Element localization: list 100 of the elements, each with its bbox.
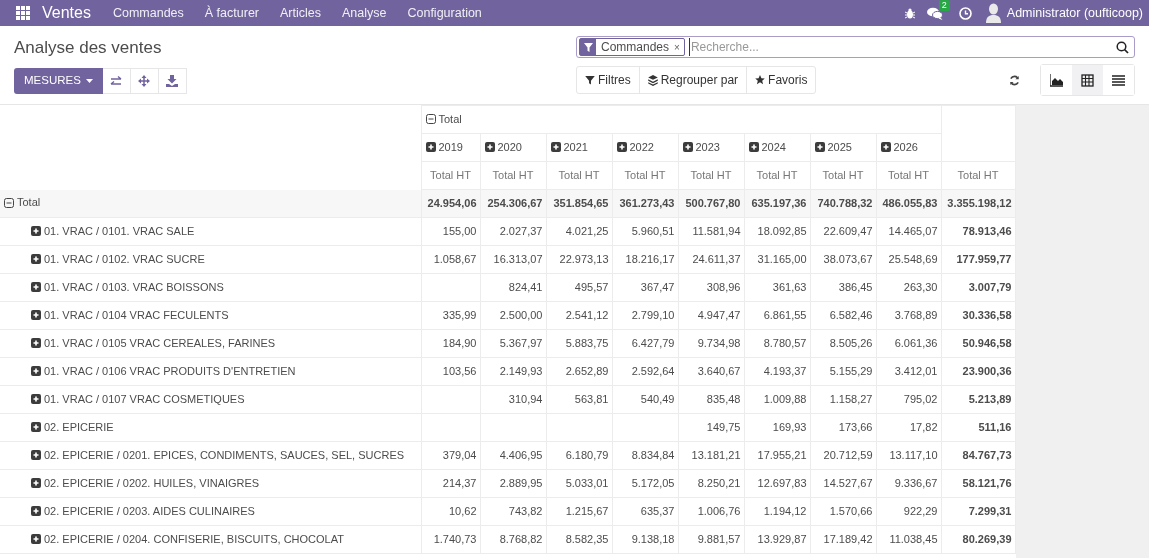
- nav-menu-item[interactable]: Analyse: [342, 3, 387, 23]
- value-cell[interactable]: 20.712,59: [810, 441, 876, 470]
- value-cell[interactable]: 922,29: [876, 497, 941, 526]
- measures-dropdown-button[interactable]: MESURES: [14, 68, 103, 94]
- value-cell[interactable]: 1.158,27: [810, 385, 876, 414]
- row-header[interactable]: 02. EPICERIE / 0204. CONFISERIE, BISCUITS, CHOCOLAT: [31, 530, 344, 548]
- value-cell[interactable]: 310,94: [480, 385, 546, 414]
- value-cell[interactable]: 308,96: [678, 273, 744, 302]
- row-header[interactable]: 02. EPICERIE / 0201. EPICES, CONDIMENTS, SAUCES, SEL, SUCRES: [31, 446, 405, 464]
- total-cell[interactable]: 7.299,31: [941, 497, 1015, 526]
- value-cell[interactable]: 835,48: [678, 385, 744, 414]
- value-cell[interactable]: 155,00: [421, 217, 480, 246]
- expand-all-button[interactable]: [130, 68, 159, 94]
- value-cell[interactable]: 9.138,18: [612, 525, 678, 554]
- value-cell[interactable]: 1.009,88: [744, 385, 810, 414]
- value-cell[interactable]: 9.734,98: [678, 329, 744, 358]
- value-cell[interactable]: 335,99: [421, 301, 480, 330]
- nav-menu-item[interactable]: Articles: [280, 3, 321, 23]
- value-cell[interactable]: 540,49: [612, 385, 678, 414]
- value-cell[interactable]: 5.883,75: [546, 329, 612, 358]
- value-cell[interactable]: 367,47: [612, 273, 678, 302]
- value-cell[interactable]: 149,75: [678, 413, 744, 442]
- total-cell[interactable]: 50.946,58: [941, 329, 1015, 358]
- value-cell[interactable]: 5.960,51: [612, 217, 678, 246]
- value-cell[interactable]: 6.427,79: [612, 329, 678, 358]
- app-name[interactable]: Ventes: [42, 1, 91, 25]
- value-cell[interactable]: 3.768,89: [876, 301, 941, 330]
- nav-menu-item[interactable]: Commandes: [112, 3, 184, 23]
- value-cell[interactable]: 8.250,21: [678, 469, 744, 498]
- value-cell[interactable]: 8.505,26: [810, 329, 876, 358]
- row-header[interactable]: 02. EPICERIE: [31, 418, 114, 436]
- value-cell[interactable]: 13.181,21: [678, 441, 744, 470]
- search-field[interactable]: Commandes × Recherche...: [576, 36, 1135, 58]
- row-header[interactable]: 01. VRAC / 0104 VRAC FECULENTS: [31, 306, 229, 324]
- value-cell[interactable]: 8.780,57: [744, 329, 810, 358]
- total-cell[interactable]: 511,16: [941, 413, 1015, 442]
- value-cell[interactable]: 16.313,07: [480, 245, 546, 274]
- row-header[interactable]: 02. EPICERIE / 0202. HUILES, VINAIGRES: [31, 474, 260, 492]
- value-cell[interactable]: 12.697,83: [744, 469, 810, 498]
- value-cell[interactable]: 4.947,47: [678, 301, 744, 330]
- value-cell[interactable]: 500.767,80: [678, 189, 744, 218]
- value-cell[interactable]: 2.799,10: [612, 301, 678, 330]
- value-cell[interactable]: 6.582,46: [810, 301, 876, 330]
- value-cell[interactable]: 184,90: [421, 329, 480, 358]
- pivot-header[interactable]: Total: [425, 110, 462, 128]
- value-cell[interactable]: 2.541,12: [546, 301, 612, 330]
- value-cell[interactable]: 740.788,32: [810, 189, 876, 218]
- favorite-menu-button[interactable]: Favoris: [746, 67, 816, 93]
- value-cell[interactable]: 13.929,87: [744, 525, 810, 554]
- apps-menu-button[interactable]: [16, 6, 30, 20]
- row-header[interactable]: 01. VRAC / 0107 VRAC COSMETIQUES: [31, 390, 245, 408]
- value-cell[interactable]: 2.889,95: [480, 469, 546, 498]
- total-cell[interactable]: 3.007,79: [941, 273, 1015, 302]
- value-cell[interactable]: 8.834,84: [612, 441, 678, 470]
- value-cell[interactable]: 3.412,01: [876, 357, 941, 386]
- value-cell[interactable]: 14.527,67: [810, 469, 876, 498]
- value-cell[interactable]: 2.500,00: [480, 301, 546, 330]
- value-cell[interactable]: 24.954,06: [421, 189, 480, 218]
- value-cell[interactable]: 1.740,73: [421, 525, 480, 554]
- value-cell[interactable]: 3.640,67: [678, 357, 744, 386]
- value-cell[interactable]: 14.465,07: [876, 217, 941, 246]
- total-cell[interactable]: 23.900,36: [941, 357, 1015, 386]
- value-cell[interactable]: 4.193,37: [744, 357, 810, 386]
- value-cell[interactable]: 361.273,43: [612, 189, 678, 218]
- user-menu-button[interactable]: Administrator (oufticoop): [985, 3, 1143, 23]
- value-cell[interactable]: 1.215,67: [546, 497, 612, 526]
- row-header[interactable]: 02. EPICERIE / 0203. AIDES CULINAIRES: [31, 502, 255, 520]
- value-cell[interactable]: 2.027,37: [480, 217, 546, 246]
- value-cell[interactable]: 17.955,21: [744, 441, 810, 470]
- total-cell[interactable]: 58.121,76: [941, 469, 1015, 498]
- value-cell[interactable]: 169,93: [744, 413, 810, 442]
- value-cell[interactable]: 743,82: [480, 497, 546, 526]
- value-cell[interactable]: 25.548,69: [876, 245, 941, 274]
- total-cell[interactable]: 177.959,77: [941, 245, 1015, 274]
- value-cell[interactable]: 8.768,82: [480, 525, 546, 554]
- value-cell[interactable]: 38.073,67: [810, 245, 876, 274]
- value-cell[interactable]: 6.861,55: [744, 301, 810, 330]
- activity-button[interactable]: [958, 6, 972, 20]
- value-cell[interactable]: 5.172,05: [612, 469, 678, 498]
- value-cell[interactable]: 18.092,85: [744, 217, 810, 246]
- value-cell[interactable]: 1.058,67: [421, 245, 480, 274]
- nav-menu-item[interactable]: À facturer: [204, 3, 259, 23]
- filter-facet-tag[interactable]: Commandes ×: [579, 38, 685, 56]
- value-cell[interactable]: 173,66: [810, 413, 876, 442]
- total-cell[interactable]: 84.767,73: [941, 441, 1015, 470]
- value-cell[interactable]: 103,56: [421, 357, 480, 386]
- row-header[interactable]: 01. VRAC / 0103. VRAC BOISSONS: [31, 278, 224, 296]
- flip-axis-button[interactable]: [102, 68, 131, 94]
- value-cell[interactable]: 8.582,35: [546, 525, 612, 554]
- value-cell[interactable]: 379,04: [421, 441, 480, 470]
- value-cell[interactable]: 1.006,76: [678, 497, 744, 526]
- row-header[interactable]: 01. VRAC / 0102. VRAC SUCRE: [31, 250, 205, 268]
- value-cell[interactable]: 22.973,13: [546, 245, 612, 274]
- value-cell[interactable]: 1.570,66: [810, 497, 876, 526]
- value-cell[interactable]: 5.155,29: [810, 357, 876, 386]
- value-cell[interactable]: 11.038,45: [876, 525, 941, 554]
- value-cell[interactable]: 214,37: [421, 469, 480, 498]
- value-cell[interactable]: 10,62: [421, 497, 480, 526]
- value-cell[interactable]: 17,82: [876, 413, 941, 442]
- value-cell[interactable]: 13.117,10: [876, 441, 941, 470]
